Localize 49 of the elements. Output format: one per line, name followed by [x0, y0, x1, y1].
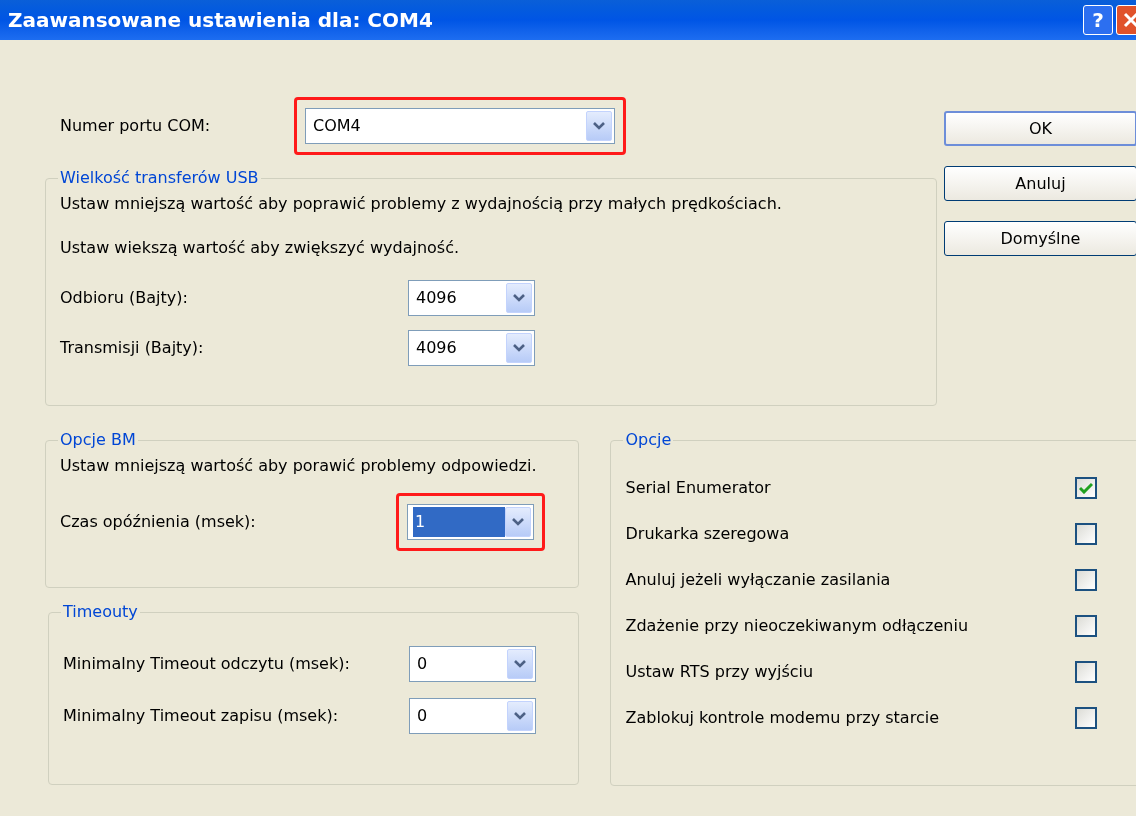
dropdown[interactable]: 1 [407, 504, 534, 540]
field-label: Odbioru (Bajty): [60, 287, 189, 309]
dropdown-value: 0 [416, 653, 429, 675]
chevron-down-icon[interactable] [506, 333, 532, 363]
window-title: Zaawansowane ustawienia dla: COM4 [8, 7, 434, 34]
checkbox[interactable] [1075, 661, 1097, 683]
field-label: Czas opóźnienia (msek): [60, 511, 257, 533]
chevron-down-icon[interactable] [505, 507, 531, 537]
dropdown-value: 0 [416, 705, 429, 727]
option-label: Serial Enumerator [625, 477, 772, 499]
chevron-down-icon[interactable] [507, 649, 533, 679]
field-label: Minimalny Timeout zapisu (msek): [63, 705, 340, 727]
dropdown-value: COM4 [312, 115, 362, 137]
hint-text: Ustaw wiekszą wartość aby zwiększyć wydajność. [60, 237, 461, 259]
checkmark-icon [1079, 482, 1093, 494]
group-title: Opcje [624, 429, 673, 451]
field-label: Minimalny Timeout odczytu (msek): [63, 653, 351, 675]
hint-text: Ustaw mniejszą wartość aby poprawić problemy z wydajnością przy małych prędkościach. [60, 193, 783, 215]
checkbox[interactable] [1075, 477, 1097, 499]
dropdown[interactable]: 0 [409, 646, 536, 682]
chevron-down-icon[interactable] [586, 111, 612, 141]
chevron-down-icon[interactable] [507, 701, 533, 731]
group-title: Opcje BM [59, 429, 137, 451]
dialog-button[interactable]: Anuluj [944, 166, 1136, 201]
help-button[interactable]: ? [1083, 5, 1113, 35]
checkbox[interactable] [1075, 707, 1097, 729]
option-label: Zdażenie przy nieoczekiwanym odłączeniu [625, 615, 970, 637]
option-label: Drukarka szeregowa [625, 523, 791, 545]
field-label: Numer portu COM: [60, 115, 212, 137]
option-label: Anuluj jeżeli wyłączanie zasilania [625, 569, 892, 591]
dropdown[interactable]: 4096 [408, 330, 535, 366]
group-title: Wielkość transferów USB [59, 167, 260, 189]
checkbox[interactable] [1075, 569, 1097, 591]
dropdown[interactable]: COM4 [305, 108, 615, 144]
hint-text: Ustaw mniejszą wartość aby porawić problemy odpowiedzi. [60, 455, 538, 477]
checkbox[interactable] [1075, 615, 1097, 637]
dialog-button[interactable]: Domyślne [944, 221, 1136, 256]
dropdown[interactable]: 0 [409, 698, 536, 734]
dropdown-value: 1 [413, 507, 505, 537]
checkbox[interactable] [1075, 523, 1097, 545]
option-label: Zablokuj kontrole modemu przy starcie [625, 707, 940, 729]
chevron-down-icon[interactable] [506, 283, 532, 313]
option-label: Ustaw RTS przy wyjściu [625, 661, 815, 683]
dropdown-value: 4096 [415, 287, 458, 309]
field-label: Transmisji (Bajty): [60, 337, 205, 359]
dropdown-value: 4096 [415, 337, 458, 359]
dropdown[interactable]: 4096 [408, 280, 535, 316]
dialog-button[interactable]: OK [944, 111, 1136, 146]
group-title: Timeouty [62, 601, 139, 623]
